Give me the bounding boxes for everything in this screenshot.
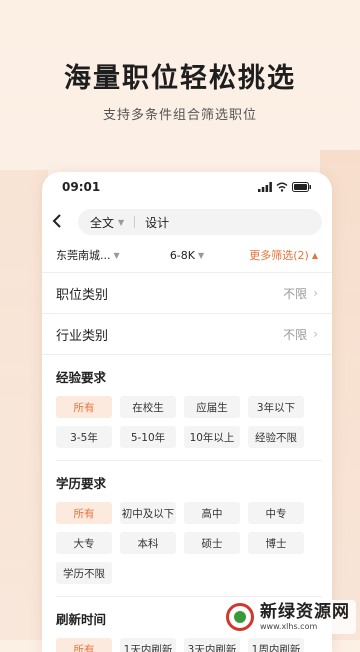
job-category-value: 不限	[283, 286, 308, 301]
battery-icon	[292, 182, 311, 192]
industry-category-row[interactable]: 行业类别 不限 ›	[42, 314, 332, 355]
signal-icon	[258, 182, 272, 192]
watermark-logo-icon	[226, 603, 254, 631]
status-time: 09:01	[62, 180, 101, 194]
watermark-name: 新绿资源网	[260, 602, 350, 622]
search-scope-label: 全文	[90, 215, 115, 230]
industry-category-label: 行业类别	[56, 328, 109, 344]
education-section: 学历要求 所有 初中及以下 高中 中专大专 本科 硕士 博士学历不限	[42, 461, 332, 597]
search-row: 全文 ▼ 设计	[42, 202, 332, 238]
back-arrow-icon[interactable]	[52, 212, 70, 233]
education-option[interactable]: 所有	[56, 502, 112, 524]
experience-option[interactable]: 应届生	[184, 396, 240, 418]
experience-option[interactable]: 10年以上	[184, 426, 240, 448]
location-dropdown-icon: ▼	[113, 250, 120, 260]
refresh-option[interactable]: 3天内刷新	[184, 638, 240, 652]
refresh-option[interactable]: 1天内刷新	[120, 638, 176, 652]
education-option[interactable]: 大专	[56, 532, 112, 554]
location-filter[interactable]: 东莞南城... ▼	[56, 247, 143, 263]
chevron-right-icon: ›	[313, 286, 318, 300]
experience-title: 经验要求	[56, 370, 107, 385]
status-bar: 09:01	[42, 172, 332, 202]
experience-option[interactable]: 在校生	[120, 396, 176, 418]
experience-option[interactable]: 3-5年	[56, 426, 112, 448]
industry-category-value: 不限	[283, 327, 308, 342]
promo-headline: 海量职位轻松挑选	[64, 63, 296, 94]
background-decoration-left	[0, 170, 48, 640]
wifi-icon	[276, 182, 288, 192]
job-category-label: 职位类别	[56, 287, 109, 303]
education-option[interactable]: 中专	[248, 502, 304, 524]
education-title: 学历要求	[56, 476, 107, 491]
refresh-options: 所有 1天内刷新 3天内刷新 1周内刷新	[56, 638, 322, 652]
education-option[interactable]: 硕士	[184, 532, 240, 554]
education-option[interactable]: 本科	[120, 532, 176, 554]
education-option[interactable]: 高中	[184, 502, 240, 524]
education-option[interactable]: 学历不限	[56, 562, 112, 584]
salary-dropdown-icon: ▼	[198, 250, 205, 260]
education-option[interactable]: 初中及以下	[120, 502, 176, 524]
experience-option[interactable]: 所有	[56, 396, 112, 418]
experience-section: 经验要求 所有 在校生 应届生 3年以下 3-5年 5-10年 10年以上 经验不限	[42, 355, 332, 461]
experience-option[interactable]: 3年以下	[248, 396, 304, 418]
watermark-url: www.xlhs.com	[260, 622, 318, 631]
collapse-triangle-icon: ▲	[311, 250, 318, 260]
more-filters-label: 更多筛选(2)	[249, 249, 309, 262]
experience-option[interactable]: 5-10年	[120, 426, 176, 448]
experience-options: 所有 在校生 应届生 3年以下 3-5年 5-10年 10年以上 经验不限	[56, 396, 322, 448]
education-options: 所有 初中及以下 高中 中专大专 本科 硕士 博士学历不限	[56, 502, 322, 584]
chevron-right-icon: ›	[313, 327, 318, 341]
dropdown-triangle-icon: ▼	[118, 217, 125, 227]
refresh-option[interactable]: 1周内刷新	[248, 638, 304, 652]
education-option[interactable]: 博士	[248, 532, 304, 554]
location-filter-label: 东莞南城...	[56, 249, 111, 262]
salary-filter[interactable]: 6-8K ▼	[143, 249, 230, 262]
watermark: 新绿资源网 www.xlhs.com	[220, 600, 356, 634]
experience-option[interactable]: 经验不限	[248, 426, 304, 448]
salary-filter-label: 6-8K	[169, 248, 195, 262]
search-divider	[134, 216, 136, 228]
refresh-option[interactable]: 所有	[56, 638, 112, 652]
filter-bar: 东莞南城... ▼ 6-8K ▼ 更多筛选(2) ▲	[42, 238, 332, 273]
phone-screen: 09:01 全文 ▼ 设计 东莞南城... ▼ 6-8K ▼ 更多筛选(2) ▲…	[42, 172, 332, 652]
search-scope-dropdown[interactable]: 全文 ▼	[90, 214, 124, 231]
job-category-row[interactable]: 职位类别 不限 ›	[42, 273, 332, 314]
search-query: 设计	[145, 215, 170, 230]
promo-subline: 支持多条件组合筛选职位	[102, 108, 257, 123]
search-input[interactable]: 全文 ▼ 设计	[78, 209, 322, 235]
status-icons	[258, 182, 312, 192]
more-filters-button[interactable]: 更多筛选(2) ▲	[231, 247, 318, 263]
